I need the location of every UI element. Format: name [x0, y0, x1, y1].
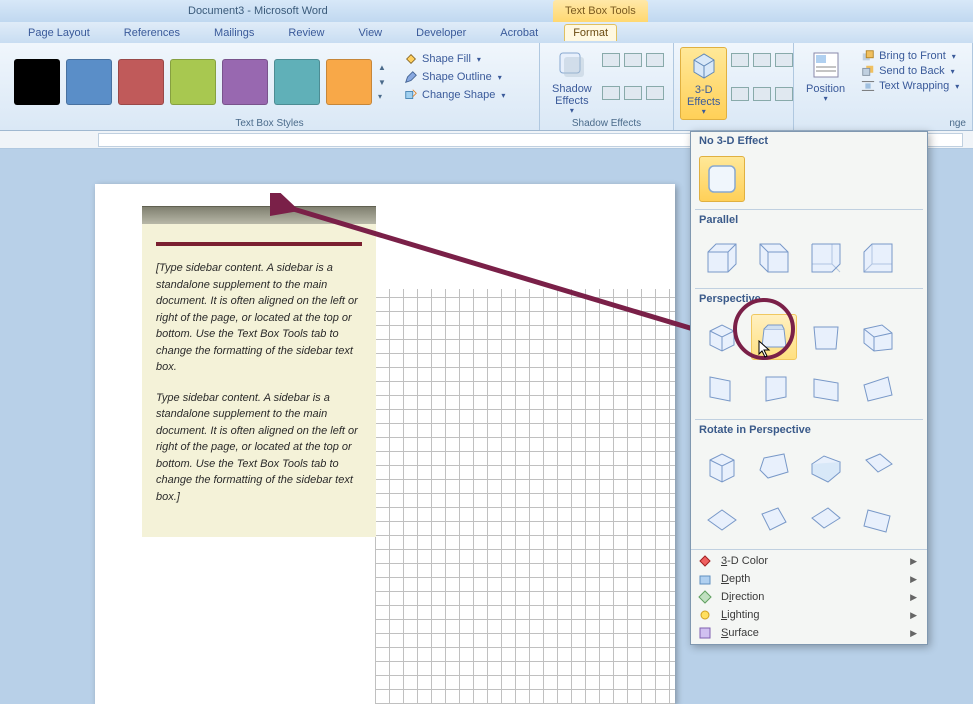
shape-fill-button[interactable]: Shape Fill▾ — [400, 51, 509, 67]
pencil-icon — [404, 70, 418, 84]
3d-rotate-4[interactable] — [855, 445, 901, 491]
3d-rotate-1[interactable] — [699, 445, 745, 491]
3d-color-menu[interactable]: 3-D Color▶ — [691, 552, 927, 570]
style-swatch-black[interactable] — [14, 59, 60, 105]
style-swatch-teal[interactable] — [274, 59, 320, 105]
3d-perspective-1[interactable] — [699, 314, 745, 360]
contextual-tab-label: Text Box Tools — [553, 0, 648, 22]
style-swatch-blue[interactable] — [66, 59, 112, 105]
sidebar-paragraph-1[interactable]: [Type sidebar content. A sidebar is a st… — [156, 260, 362, 376]
position-button[interactable]: Position▾ — [800, 47, 851, 106]
group-label-arrange: nge — [949, 118, 966, 129]
3d-perspective-4[interactable] — [855, 314, 901, 360]
group-text-box-styles: ▲▼▾ Shape Fill▾ Shape Outline▾ — [0, 43, 540, 130]
tab-page-layout[interactable]: Page Layout — [20, 25, 98, 41]
change-shape-icon — [404, 88, 418, 102]
style-swatch-orange[interactable] — [326, 59, 372, 105]
tab-mailings[interactable]: Mailings — [206, 25, 262, 41]
3d-parallel-2[interactable] — [751, 235, 797, 281]
section-perspective: Perspective — [691, 290, 927, 308]
tab-acrobat[interactable]: Acrobat — [492, 25, 546, 41]
surface-menu[interactable]: Surface▶ — [691, 624, 927, 642]
3d-nudge-grid[interactable] — [731, 47, 795, 120]
gridlines — [375, 289, 675, 704]
section-no-3d: No 3-D Effect — [691, 132, 927, 150]
direction-menu[interactable]: Direction▶ — [691, 588, 927, 606]
tab-developer[interactable]: Developer — [408, 25, 474, 41]
depth-icon — [697, 571, 713, 587]
paint-bucket-icon — [404, 52, 418, 66]
group-3d-effects: 3-D Effects▾ — [674, 43, 794, 130]
style-swatch-green[interactable] — [170, 59, 216, 105]
bring-to-front-button[interactable]: Bring to Front▾ — [857, 49, 963, 63]
3d-parallel-1[interactable] — [699, 235, 745, 281]
3d-rotate-5[interactable] — [699, 497, 745, 543]
page[interactable]: [Type sidebar content. A sidebar is a st… — [95, 184, 675, 704]
3d-effects-button[interactable]: 3-D Effects▾ — [680, 47, 727, 120]
3d-perspective-5[interactable] — [699, 366, 745, 412]
rotate-grid — [691, 439, 927, 549]
group-shadow-effects: Shadow Effects▾ Shadow Effects — [540, 43, 674, 130]
3d-perspective-8[interactable] — [855, 366, 901, 412]
title-bar: Document3 - Microsoft Word — [0, 0, 973, 22]
sidebar-text-box[interactable]: [Type sidebar content. A sidebar is a st… — [142, 206, 376, 537]
sidebar-rule — [156, 242, 362, 246]
direction-icon — [697, 589, 713, 605]
group-arrange: Position▾ Bring to Front▾ Send to Back▾ … — [794, 43, 973, 130]
send-back-icon — [861, 64, 875, 78]
depth-menu[interactable]: Depth▶ — [691, 570, 927, 588]
style-gallery[interactable]: ▲▼▾ — [6, 47, 400, 105]
tab-references[interactable]: References — [116, 25, 188, 41]
3d-rotate-3[interactable] — [803, 445, 849, 491]
color-icon — [697, 553, 713, 569]
3d-perspective-3[interactable] — [803, 314, 849, 360]
3d-rotate-8[interactable] — [855, 497, 901, 543]
sidebar-paragraph-2[interactable]: Type sidebar content. A sidebar is a sta… — [156, 390, 362, 506]
change-shape-button[interactable]: Change Shape▾ — [400, 87, 509, 103]
style-swatch-red[interactable] — [118, 59, 164, 105]
surface-icon — [697, 625, 713, 641]
lighting-menu[interactable]: Lighting▶ — [691, 606, 927, 624]
bring-front-icon — [861, 49, 875, 63]
3d-rotate-7[interactable] — [803, 497, 849, 543]
shadow-icon — [556, 49, 588, 81]
3d-perspective-7[interactable] — [803, 366, 849, 412]
tab-review[interactable]: Review — [280, 25, 332, 41]
ribbon-tabs: Page Layout References Mailings Review V… — [0, 22, 973, 43]
group-label-shadow: Shadow Effects — [540, 118, 673, 129]
3d-footer-options: 3-D Color▶ Depth▶ Direction▶ Lighting▶ S… — [691, 549, 927, 644]
3d-parallel-3[interactable] — [803, 235, 849, 281]
3d-perspective-2[interactable] — [751, 314, 797, 360]
tab-format[interactable]: Format — [564, 24, 617, 41]
text-wrap-icon — [861, 79, 875, 93]
style-swatch-purple[interactable] — [222, 59, 268, 105]
cube-icon — [688, 50, 720, 82]
section-rotate: Rotate in Perspective — [691, 421, 927, 439]
shadow-nudge-grid[interactable] — [602, 47, 666, 118]
window-title: Document3 - Microsoft Word — [188, 5, 328, 17]
text-wrapping-button[interactable]: Text Wrapping▾ — [857, 79, 963, 93]
3d-effects-dropdown: No 3-D Effect Parallel Perspective Rotat… — [690, 131, 928, 645]
group-label-styles: Text Box Styles — [0, 118, 539, 129]
shape-outline-button[interactable]: Shape Outline▾ — [400, 69, 509, 85]
3d-perspective-6[interactable] — [751, 366, 797, 412]
gallery-spinner[interactable]: ▲▼▾ — [378, 59, 392, 105]
shadow-effects-button[interactable]: Shadow Effects▾ — [546, 47, 598, 118]
position-icon — [810, 49, 842, 81]
ribbon: ▲▼▾ Shape Fill▾ Shape Outline▾ — [0, 43, 973, 131]
tab-view[interactable]: View — [350, 25, 390, 41]
parallel-grid — [691, 229, 927, 287]
section-parallel: Parallel — [691, 211, 927, 229]
send-to-back-button[interactable]: Send to Back▾ — [857, 64, 963, 78]
perspective-grid — [691, 308, 927, 418]
sidebar-3d-top — [142, 206, 376, 224]
3d-option-none[interactable] — [699, 156, 745, 202]
3d-rotate-6[interactable] — [751, 497, 797, 543]
3d-rotate-2[interactable] — [751, 445, 797, 491]
lighting-icon — [697, 607, 713, 623]
3d-parallel-4[interactable] — [855, 235, 901, 281]
sidebar-body[interactable]: [Type sidebar content. A sidebar is a st… — [142, 224, 376, 537]
